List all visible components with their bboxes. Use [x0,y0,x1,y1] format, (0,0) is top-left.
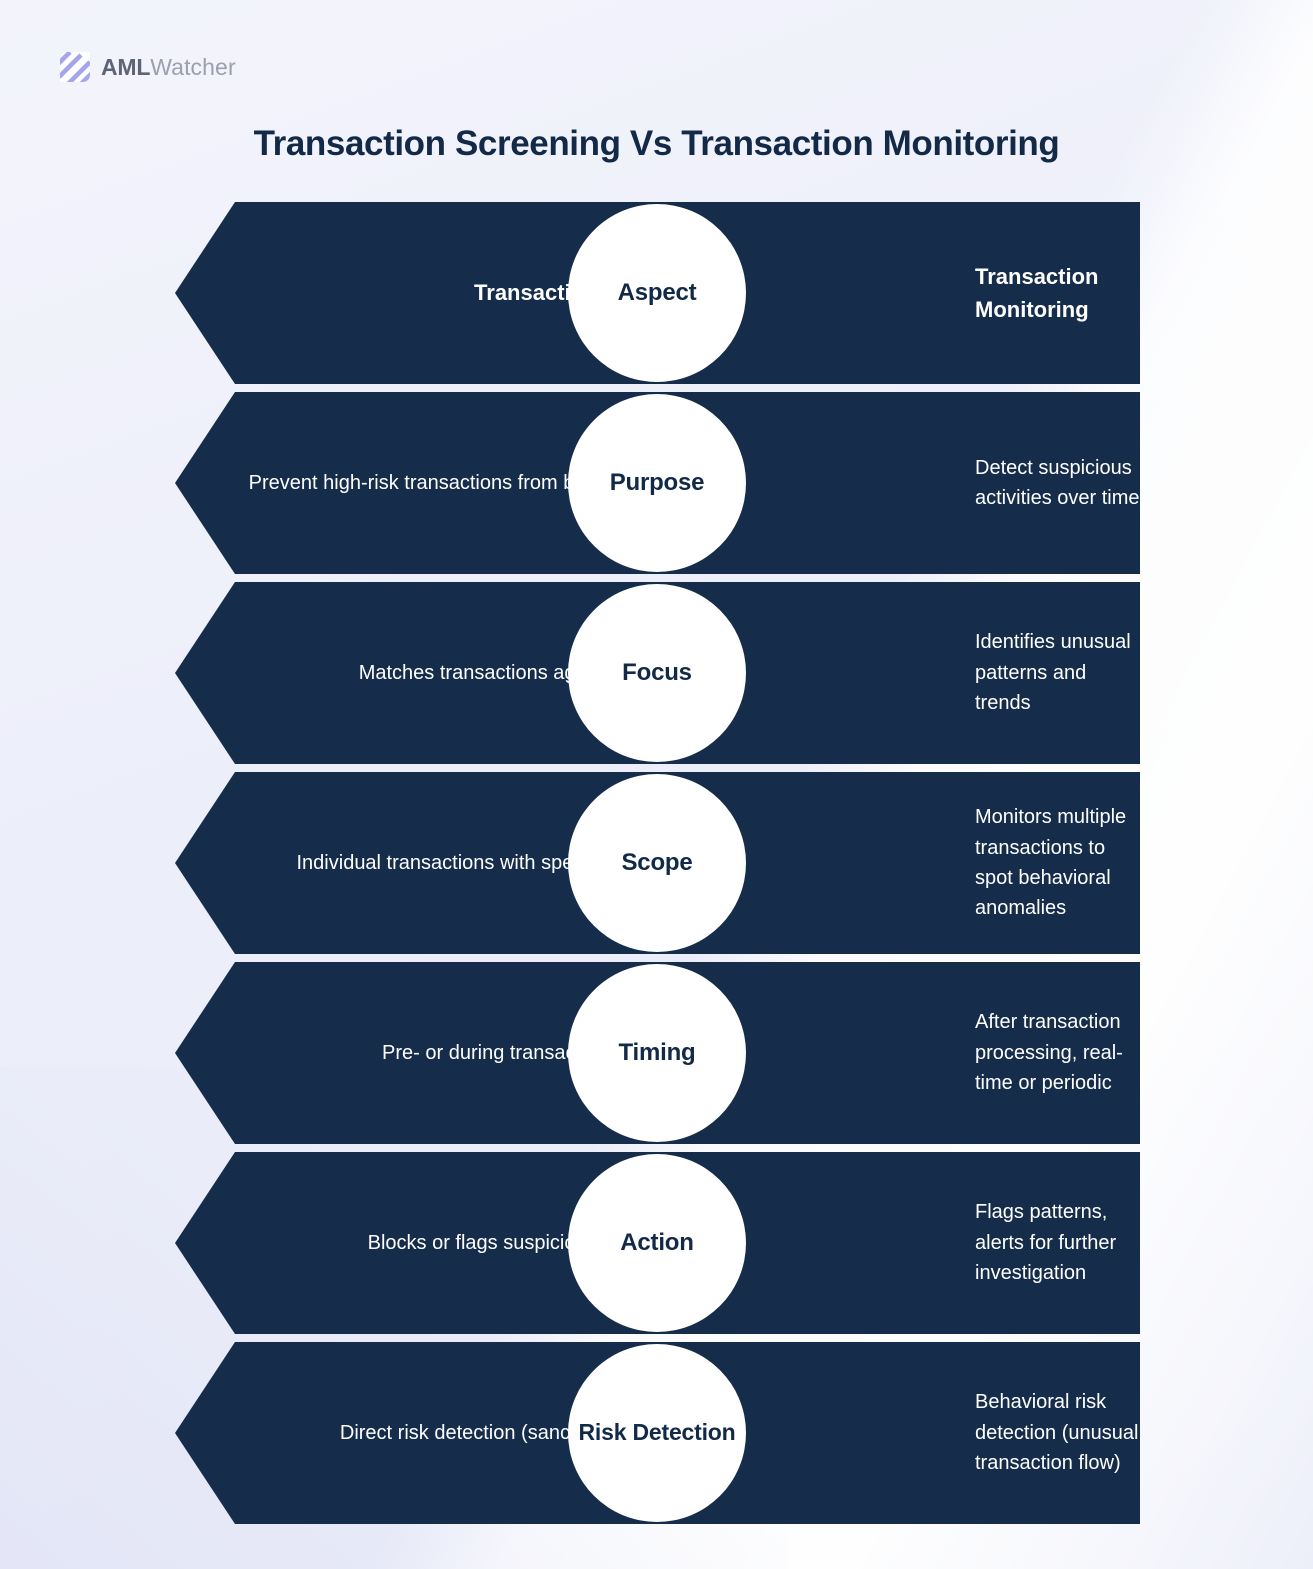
aml-watcher-logo-icon [60,52,90,82]
comparison-row-risk-detection: Direct risk detection (sanction lists, P… [175,1342,1140,1524]
row-right-text: Detect suspicious activities over time [975,456,1140,509]
aspect-badge: Focus [568,584,746,762]
aspect-badge: Purpose [568,394,746,572]
row-right-text: Monitors multiple transactions to spot b… [975,806,1127,920]
aspect-badge-label: Action [620,1228,694,1256]
aspect-badge-label: Scope [621,848,693,876]
comparison-row-timing: Pre- or during transaction processing Ti… [175,962,1140,1144]
aspect-badge-label: Aspect [617,278,697,306]
comparison-chart: Transaction Screening Aspect Transaction… [175,202,1140,1532]
aspect-badge: Aspect [568,204,746,382]
aspect-badge: Scope [568,774,746,952]
brand-name-light: Watcher [150,53,236,80]
aspect-badge-label: Timing [618,1038,696,1066]
brand-name-bold: AML [101,53,151,80]
row-right-text: Identifies unusual patterns and trends [975,631,1131,715]
page-title: Transaction Screening Vs Transaction Mon… [253,124,1060,163]
brand-logo: AMLWatcher [60,52,236,82]
aspect-badge: Risk Detection [568,1344,746,1522]
row-right-text: Transaction Monitoring [975,263,1099,322]
row-right-text: Flags patterns, alerts for further inves… [975,1201,1117,1285]
row-right-text: Behavioral risk detection (unusual trans… [975,1391,1139,1475]
comparison-row-purpose: Prevent high-risk transactions from bein… [175,392,1140,574]
comparison-row-action: Blocks or flags suspicious transactions … [175,1152,1140,1334]
aspect-badge-label: Focus [622,658,692,686]
row-right-text: After transaction processing, real-time … [975,1011,1123,1095]
aspect-badge: Action [568,1154,746,1332]
comparison-row-header: Transaction Screening Aspect Transaction… [175,202,1140,384]
comparison-row-focus: Matches transactions against watchlists … [175,582,1140,764]
brand-name: AMLWatcher [101,54,236,81]
aspect-badge-label: Purpose [609,468,705,496]
aspect-badge-label: Risk Detection [578,1419,736,1446]
comparison-row-scope: Individual transactions with specific ri… [175,772,1140,954]
aspect-badge: Timing [568,964,746,1142]
